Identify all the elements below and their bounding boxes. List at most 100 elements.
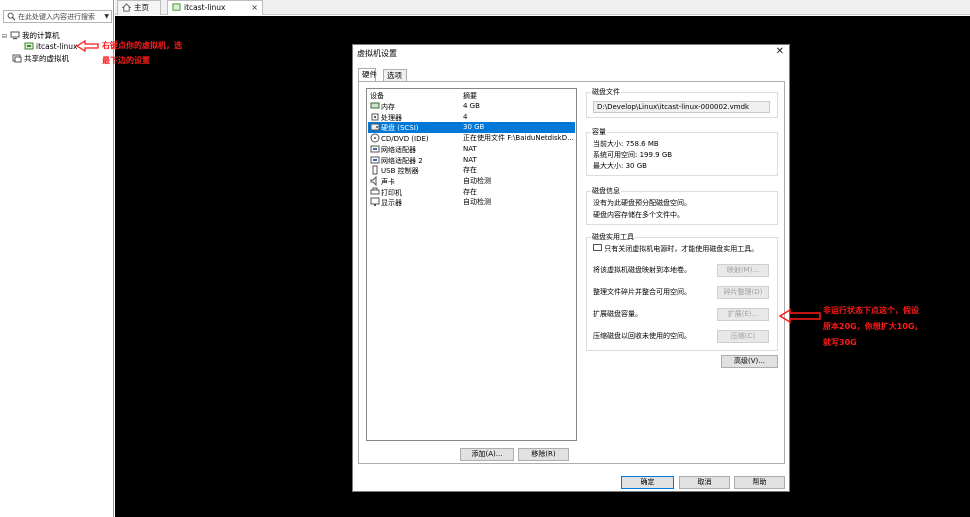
disk-file-group: 磁盘文件 D:\Develop\Linux\itcast-linux-00000… — [586, 88, 778, 118]
add-device-button[interactable]: 添加(A)... — [460, 448, 514, 461]
tree-label: itcast-linux — [36, 42, 78, 51]
device-name-text: 打印机 — [381, 188, 402, 197]
current-size: 当前大小: 758.6 MB — [593, 140, 659, 148]
device-summary: 正在使用文件 F:\BaiduNetdiskD... — [463, 134, 574, 143]
device-summary: 4 GB — [463, 102, 480, 110]
usb-icon — [372, 165, 378, 175]
capacity-group: 容量 当前大小: 758.6 MB 系统可用空间: 199.9 GB 最大大小:… — [586, 128, 778, 176]
remove-device-button[interactable]: 移除(R) — [518, 448, 569, 461]
network-adapter-icon — [370, 156, 380, 163]
hardware-panel: 设备 摘要 内存 4 GB 处理器 4 硬盘 (SCSI) 30 GB CD/DVD (ID… — [358, 81, 785, 464]
sound-card-icon — [370, 175, 377, 187]
disk-file-path-field[interactable]: D:\Develop\Linux\itcast-linux-000002.vmd… — [593, 101, 770, 113]
tree-item-my-computer[interactable]: ⊟ 我的计算机 — [2, 30, 60, 41]
tab-itcast-linux[interactable]: itcast-linux × — [167, 0, 263, 15]
defrag-button[interactable]: 碎片整理(D) — [717, 286, 769, 299]
device-name-text: USB 控制器 — [381, 167, 419, 176]
annotation-line: 就写30G — [823, 338, 857, 347]
vm-icon — [24, 42, 34, 50]
expand-label: 扩展磁盘容量。 — [593, 310, 642, 318]
tab-label: 主页 — [134, 3, 149, 12]
close-icon[interactable]: ✕ — [776, 46, 784, 57]
device-summary: 存在 — [463, 166, 477, 175]
device-name-text: 显示器 — [381, 199, 402, 208]
annotation-line: 最下边的设置 — [102, 56, 150, 65]
ok-button[interactable]: 确定 — [621, 476, 674, 489]
device-row[interactable]: 声卡 自动检测 — [368, 175, 575, 187]
device-summary: 存在 — [463, 187, 477, 196]
group-title: 磁盘实用工具 — [591, 233, 635, 242]
display-icon — [370, 197, 380, 207]
device-row[interactable]: 内存 4 GB — [368, 101, 575, 112]
group-title: 磁盘信息 — [591, 187, 621, 196]
advanced-button[interactable]: 高级(V)... — [721, 355, 778, 368]
cancel-button[interactable]: 取消 — [679, 476, 730, 489]
harddisk-icon — [370, 123, 380, 131]
map-button[interactable]: 映射(M)... — [717, 264, 769, 277]
tree-item-itcast-linux[interactable]: itcast-linux — [24, 41, 77, 52]
tab-bar: 主页 itcast-linux × — [115, 0, 970, 15]
compact-button[interactable]: 压缩(C) — [717, 330, 769, 343]
annotation-text-2: 非运行状态下点这个，假设 原本20G，你想扩大10G， 就写30G — [823, 303, 922, 351]
device-row[interactable]: 网络适配器 2 NAT — [368, 155, 575, 166]
device-summary: NAT — [463, 144, 477, 153]
device-row[interactable]: 硬盘 (SCSI) 30 GB — [368, 122, 575, 133]
device-column-header: 设备 — [370, 92, 384, 100]
device-name-text: CD/DVD (IDE) — [381, 135, 429, 144]
collapse-icon[interactable]: ⊟ — [2, 31, 10, 42]
device-name-text: 声卡 — [381, 177, 395, 186]
search-box[interactable]: 在此处键入内容进行搜索 ▼ — [3, 10, 112, 23]
computer-icon — [10, 31, 20, 40]
vm-settings-dialog: 虚拟机设置 ✕ 硬件 选项 设备 摘要 内存 4 GB 处理器 4 硬盘 (SCSI) 3… — [352, 44, 790, 492]
home-icon — [121, 3, 132, 12]
search-input[interactable]: 在此处键入内容进行搜索 — [18, 12, 95, 22]
close-tab-icon[interactable]: × — [251, 1, 258, 14]
device-row[interactable]: 网络适配器 NAT — [368, 144, 575, 155]
device-summary: 自动检测 — [463, 176, 491, 185]
summary-column-header: 摘要 — [463, 92, 477, 100]
device-name-text: 网络适配器 — [381, 145, 416, 154]
network-adapter-icon — [370, 145, 380, 153]
info-icon — [593, 244, 602, 251]
device-summary: 4 — [463, 112, 468, 121]
annotation-line: 原本20G，你想扩大10G， — [823, 322, 923, 331]
tab-label: itcast-linux — [184, 3, 226, 12]
tab-hardware[interactable]: 硬件 — [358, 68, 377, 81]
map-label: 将该虚拟机磁盘映射到本地卷。 — [593, 266, 691, 274]
device-row[interactable]: USB 控制器 存在 — [368, 165, 575, 176]
tab-options[interactable]: 选项 — [383, 69, 407, 81]
device-summary: 自动检测 — [463, 198, 491, 207]
dialog-title: 虚拟机设置 — [357, 49, 397, 58]
disk-info-group: 磁盘信息 没有为此硬盘预分配磁盘空间。 硬盘内容存储在多个文件中。 — [586, 187, 778, 225]
device-list[interactable]: 设备 摘要 内存 4 GB 处理器 4 硬盘 (SCSI) 30 GB CD/DVD (ID… — [366, 88, 577, 441]
vm-icon — [172, 3, 181, 11]
memory-icon — [370, 102, 380, 109]
disk-info-line: 没有为此硬盘预分配磁盘空间。 — [593, 199, 691, 207]
device-row[interactable]: 处理器 4 — [368, 112, 575, 123]
chevron-down-icon[interactable]: ▼ — [104, 13, 109, 20]
tab-home[interactable]: 主页 — [117, 0, 161, 15]
annotation-line: 非运行状态下点这个，假设 — [823, 306, 919, 315]
max-size: 最大大小: 30 GB — [593, 162, 647, 170]
group-title: 容量 — [591, 128, 607, 137]
device-name: 显示器 — [370, 197, 402, 209]
device-name-text: 硬盘 (SCSI) — [381, 124, 419, 133]
cd-dvd-icon — [370, 133, 380, 143]
annotation-arrow-icon — [778, 308, 821, 324]
tree-item-shared-vms[interactable]: 共享的虚拟机 — [12, 53, 69, 64]
device-summary: NAT — [463, 155, 477, 164]
device-summary: 30 GB — [463, 123, 485, 132]
free-space: 系统可用空间: 199.9 GB — [593, 151, 673, 159]
device-name-text: 内存 — [381, 103, 395, 111]
device-row[interactable]: 显示器 自动检测 — [368, 197, 575, 208]
disk-info-line: 硬盘内容存储在多个文件中。 — [593, 211, 684, 219]
device-row[interactable]: 打印机 存在 — [368, 187, 575, 198]
expand-button[interactable]: 扩展(E)... — [717, 308, 769, 321]
help-button[interactable]: 帮助 — [734, 476, 785, 489]
disk-utilities-group: 磁盘实用工具 只有关闭虚拟机电源时，才能使用磁盘实用工具。 将该虚拟机磁盘映射到… — [586, 233, 778, 351]
annotation-arrow-icon — [76, 40, 99, 52]
annotation-line: 右键点你的虚拟机，选 — [102, 41, 182, 50]
utilities-info-text: 只有关闭虚拟机电源时，才能使用磁盘实用工具。 — [604, 245, 759, 253]
tree-label: 共享的虚拟机 — [24, 54, 69, 63]
device-row[interactable]: CD/DVD (IDE) 正在使用文件 F:\BaiduNetdiskD... — [368, 133, 575, 144]
